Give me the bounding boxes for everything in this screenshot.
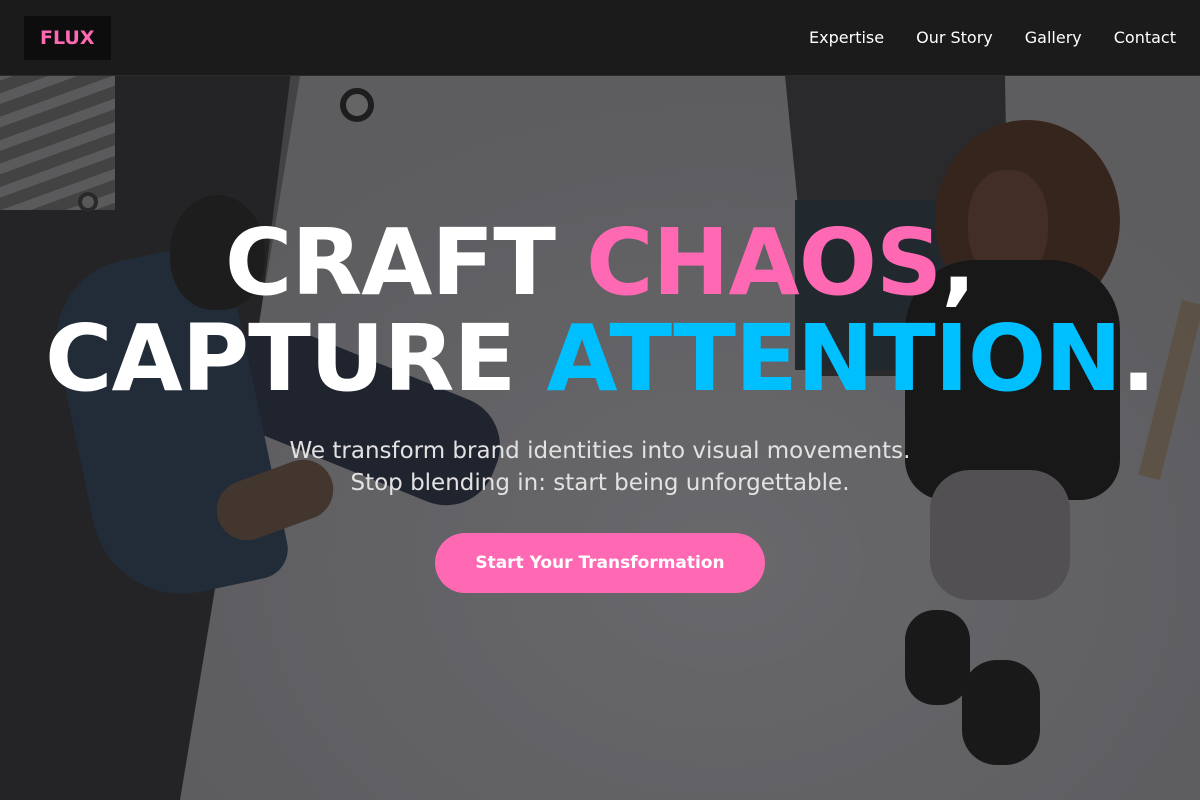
subtitle-line-2: Stop blending in: start being unforgetta… [350,470,850,496]
hero-headline: CRAFT CHAOS, CAPTURE ATTENTION. [0,215,1200,407]
nav-link-gallery[interactable]: Gallery [1025,28,1082,47]
headline-line-2: CAPTURE ATTENTION. [0,311,1200,407]
brand-logo[interactable]: FLUX [24,15,111,60]
start-transformation-button[interactable]: Start Your Transformation [435,533,765,593]
top-navbar: FLUX Expertise Our Story Gallery Contact [0,0,1200,76]
headline-period: . [1121,305,1156,412]
nav-link-expertise[interactable]: Expertise [809,28,884,47]
headline-word-capture: CAPTURE [45,305,547,412]
headline-word-chaos: CHAOS [586,209,942,316]
headline-word-attention: ATTENTION [546,305,1122,412]
subtitle-line-1: We transform brand identities into visua… [289,438,911,464]
headline-word-craft: CRAFT [224,209,587,316]
headline-comma: , [941,209,976,316]
hero-section: CRAFT CHAOS, CAPTURE ATTENTION. We trans… [0,215,1200,593]
nav-links: Expertise Our Story Gallery Contact [809,28,1176,47]
nav-link-our-story[interactable]: Our Story [916,28,993,47]
hero-subtitle: We transform brand identities into visua… [0,435,1200,499]
nav-link-contact[interactable]: Contact [1114,28,1176,47]
headline-line-1: CRAFT CHAOS, [0,215,1200,311]
logo-text: FLUX [40,26,95,49]
